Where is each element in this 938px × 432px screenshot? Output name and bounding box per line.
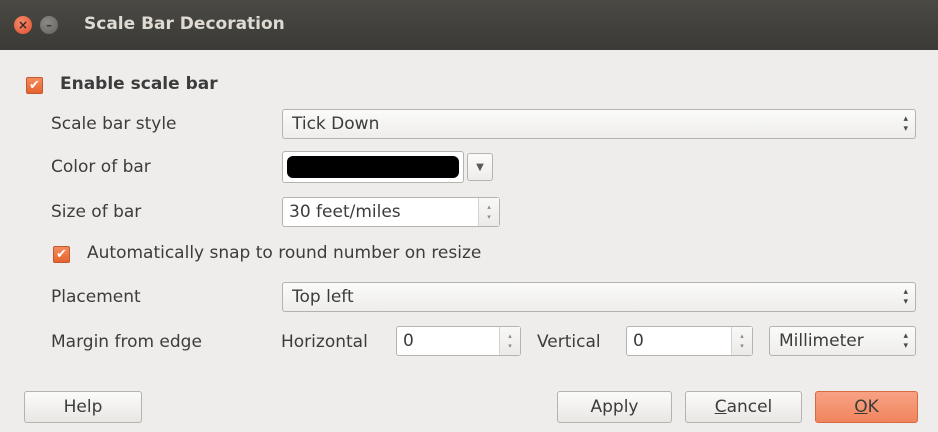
horizontal-margin-value: 0 bbox=[403, 331, 414, 351]
margin-unit-value: Millimeter bbox=[779, 331, 864, 351]
snap-round-number-checkbox[interactable]: ✔ bbox=[53, 246, 70, 263]
ok-label-rest: K bbox=[867, 397, 879, 417]
check-icon: ✔ bbox=[29, 78, 40, 93]
color-dropdown-button[interactable]: ▼ bbox=[467, 153, 493, 181]
size-of-bar-value: 30 feet/miles bbox=[289, 202, 401, 222]
spin-arrows-icon[interactable]: ▴ ▾ bbox=[731, 327, 752, 355]
vertical-margin-value: 0 bbox=[633, 331, 644, 351]
horizontal-label: Horizontal bbox=[281, 332, 368, 352]
placement-value: Top left bbox=[292, 287, 354, 307]
spin-arrows-icon[interactable]: ▴ ▾ bbox=[478, 198, 499, 226]
scale-bar-style-value: Tick Down bbox=[292, 114, 380, 134]
updown-arrows-icon: ▴ ▾ bbox=[903, 331, 908, 351]
ok-button[interactable]: OK bbox=[815, 391, 918, 423]
margin-from-edge-label: Margin from edge bbox=[51, 332, 202, 352]
size-of-bar-spinbox[interactable]: 30 feet/miles ▴ ▾ bbox=[282, 197, 500, 227]
dropdown-arrow-icon: ▼ bbox=[476, 161, 484, 173]
cancel-label-rest: ancel bbox=[726, 397, 773, 417]
minimize-icon: – bbox=[46, 18, 52, 32]
size-of-bar-label: Size of bar bbox=[51, 202, 142, 222]
scale-bar-style-combo[interactable]: Tick Down ▴ ▾ bbox=[282, 109, 916, 139]
check-icon: ✔ bbox=[56, 247, 67, 262]
horizontal-margin-spinbox[interactable]: 0 ▴ ▾ bbox=[396, 326, 521, 356]
minimize-window-button[interactable]: – bbox=[40, 16, 58, 34]
apply-button-label: Apply bbox=[590, 397, 639, 417]
color-of-bar-label: Color of bar bbox=[51, 157, 151, 177]
snap-round-number-label[interactable]: Automatically snap to round number on re… bbox=[87, 243, 481, 263]
cancel-button[interactable]: Cancel bbox=[685, 391, 802, 423]
close-icon: × bbox=[17, 18, 29, 32]
ok-mnemonic: O bbox=[854, 397, 868, 417]
apply-button[interactable]: Apply bbox=[557, 391, 672, 423]
close-window-button[interactable]: × bbox=[14, 16, 32, 34]
placement-label: Placement bbox=[51, 287, 141, 307]
title-bar: × – Scale Bar Decoration bbox=[0, 0, 938, 50]
cancel-mnemonic: C bbox=[714, 397, 727, 417]
spin-arrows-icon[interactable]: ▴ ▾ bbox=[499, 327, 520, 355]
color-swatch bbox=[287, 156, 459, 178]
updown-arrows-icon: ▴ ▾ bbox=[903, 114, 908, 134]
margin-unit-combo[interactable]: Millimeter ▴ ▾ bbox=[769, 326, 916, 356]
help-button[interactable]: Help bbox=[24, 391, 142, 423]
vertical-label: Vertical bbox=[537, 332, 601, 352]
enable-scale-bar-label[interactable]: Enable scale bar bbox=[60, 74, 218, 94]
color-button[interactable] bbox=[282, 151, 464, 183]
updown-arrows-icon: ▴ ▾ bbox=[903, 287, 908, 307]
scale-bar-style-label: Scale bar style bbox=[51, 114, 177, 134]
help-button-label: Help bbox=[63, 397, 103, 417]
vertical-margin-spinbox[interactable]: 0 ▴ ▾ bbox=[626, 326, 753, 356]
window-title: Scale Bar Decoration bbox=[84, 14, 285, 34]
enable-scale-bar-checkbox[interactable]: ✔ bbox=[26, 77, 43, 94]
placement-combo[interactable]: Top left ▴ ▾ bbox=[282, 282, 916, 312]
